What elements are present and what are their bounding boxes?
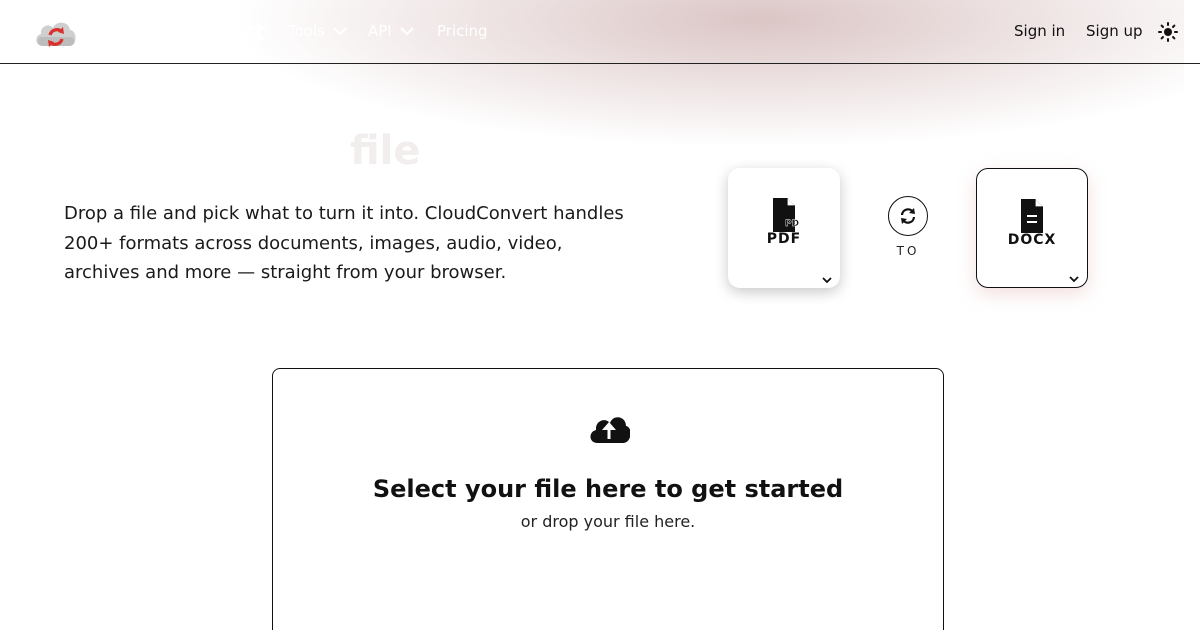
nav-tools-label: Tools <box>288 22 325 40</box>
to-label: TO <box>896 244 920 258</box>
from-format-selector[interactable]: PDF PDF <box>728 168 840 288</box>
nav-pricing-label: Pricing <box>437 22 488 40</box>
nav-pricing-link[interactable]: Pricing <box>437 22 488 40</box>
nav-api-menu[interactable]: API <box>368 22 414 40</box>
hero-title: file <box>350 128 421 174</box>
file-dropzone[interactable]: Select your file here to get started or … <box>272 368 944 630</box>
hero-description: Drop a file and pick what to turn it int… <box>64 203 624 283</box>
theme-toggle-sun-icon[interactable] <box>1158 22 1178 46</box>
chevron-down-icon <box>400 26 414 35</box>
dropzone-title: Select your file here to get started <box>372 475 844 503</box>
chevron-down-icon <box>333 26 347 35</box>
file-docx-icon <box>1017 197 1047 237</box>
swap-formats-button[interactable] <box>888 196 928 236</box>
chevron-down-icon <box>822 277 832 284</box>
svg-text:PDF: PDF <box>785 219 799 229</box>
nav-tools-menu[interactable]: Tools <box>288 22 347 40</box>
to-format-selector[interactable]: DOCX <box>976 168 1088 288</box>
brand-logo[interactable]: cloudconvert <box>33 16 266 48</box>
cloudconvert-logo-icon <box>33 16 79 48</box>
top-navigation: cloudconvert Tools API Pricing Sign in S… <box>0 0 1200 64</box>
refresh-icon <box>900 208 916 224</box>
file-pdf-icon: PDF <box>769 196 805 236</box>
nav-api-label: API <box>368 22 392 40</box>
chevron-down-icon <box>1069 276 1079 283</box>
sign-up-link[interactable]: Sign up <box>1086 22 1143 40</box>
dropzone-subtitle: or drop your file here. <box>520 512 696 531</box>
sign-in-link[interactable]: Sign in <box>1014 22 1065 40</box>
cloud-upload-icon <box>588 411 631 449</box>
brand-name: cloudconvert <box>87 18 266 46</box>
